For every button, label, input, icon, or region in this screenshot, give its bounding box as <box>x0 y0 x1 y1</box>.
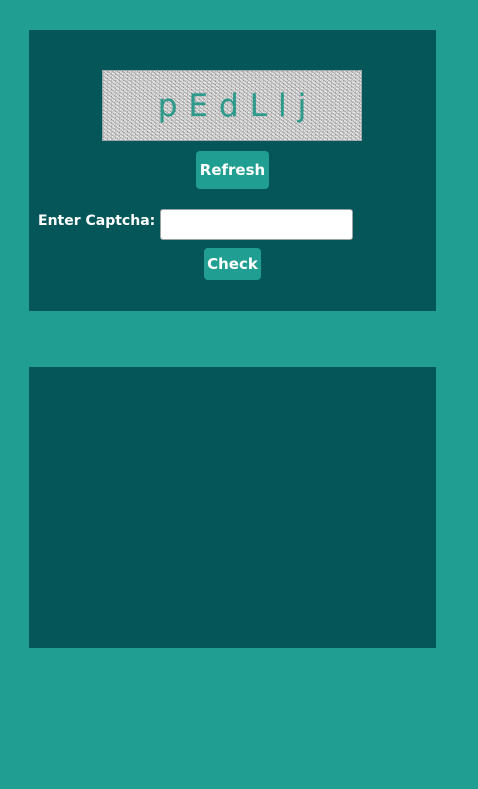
enter-captcha-label: Enter Captcha: <box>38 213 156 229</box>
captcha-code-text: pEdLlj <box>157 87 318 124</box>
refresh-button[interactable]: Refresh <box>196 151 269 189</box>
captcha-input[interactable] <box>160 209 353 240</box>
result-panel <box>29 367 436 648</box>
check-button[interactable]: Check <box>204 248 261 280</box>
captcha-image: pEdLlj <box>102 70 362 141</box>
page: { "captcha": { "code": "pEdLlj", "refres… <box>0 0 478 789</box>
captcha-panel: pEdLlj Refresh Enter Captcha: Check <box>29 30 436 311</box>
